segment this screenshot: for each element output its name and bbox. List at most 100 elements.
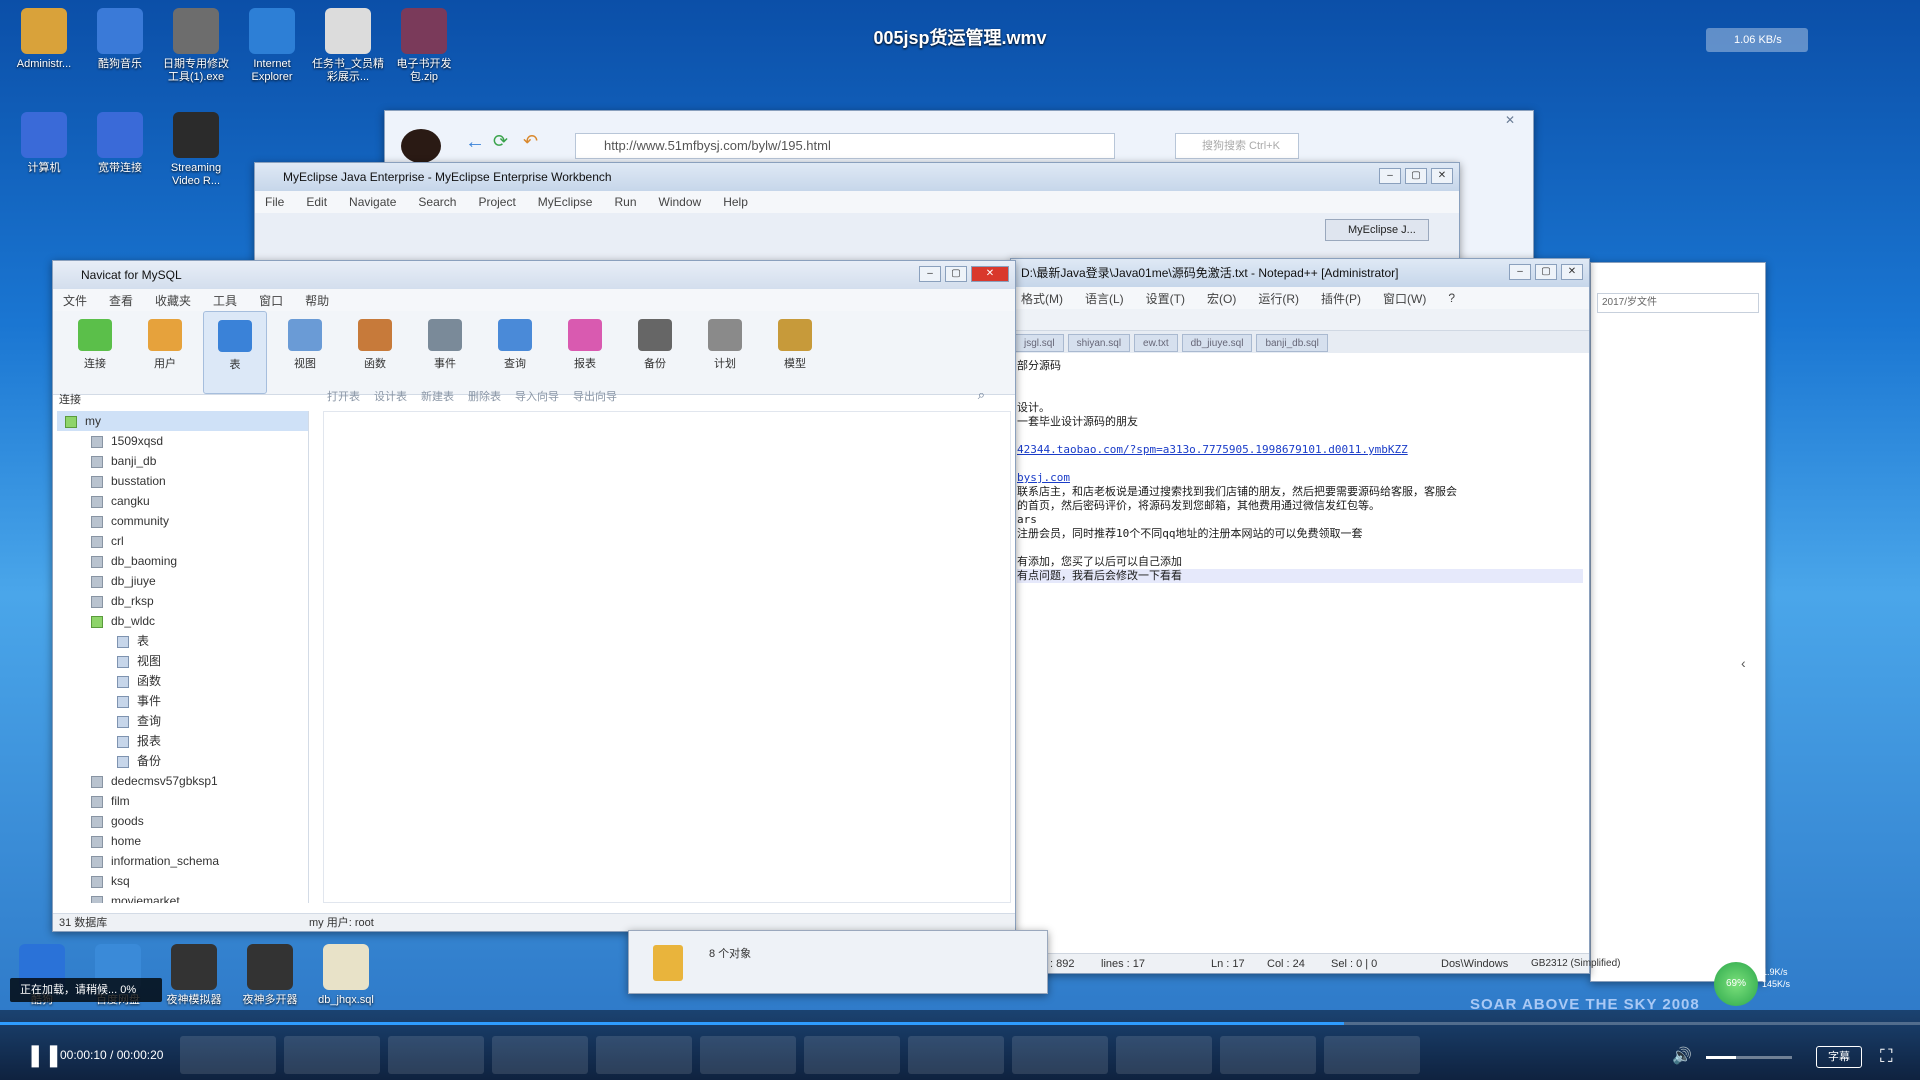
menu-item[interactable]: 窗口	[259, 292, 283, 309]
editor-tab[interactable]: jsgl.sql	[1015, 334, 1064, 352]
tree-node[interactable]: 表	[57, 631, 308, 651]
fullscreen-icon[interactable]: ⛶	[1880, 1046, 1893, 1067]
tree-node[interactable]: db_jiuye	[57, 571, 308, 591]
progress-bar[interactable]	[0, 1022, 1920, 1025]
taskbar-button[interactable]	[1220, 1036, 1316, 1074]
tool-2[interactable]: 用户	[133, 311, 197, 394]
desktop-icon[interactable]: Internet Explorer	[234, 8, 310, 84]
back-icon[interactable]: ←	[465, 131, 485, 154]
editor-tab[interactable]: db_jiuye.sql	[1181, 334, 1253, 352]
tree-node[interactable]: moviemarket	[57, 891, 308, 903]
refresh-icon[interactable]: ⟳	[493, 131, 508, 152]
desktop-icon[interactable]: Administr...	[6, 8, 82, 71]
tree-node[interactable]: 查询	[57, 711, 308, 731]
desktop-icon[interactable]: 日期专用修改工具(1).exe	[158, 8, 234, 84]
pause-button[interactable]: ❚❚	[26, 1042, 63, 1068]
close-button[interactable]: ✕	[1561, 264, 1583, 280]
tool-5[interactable]: 函数	[343, 311, 407, 394]
tool-8[interactable]: 报表	[553, 311, 617, 394]
tree-node[interactable]: information_schema	[57, 851, 308, 871]
taskbar-button[interactable]	[1324, 1036, 1420, 1074]
menu-item[interactable]: Search	[418, 195, 456, 209]
tree-node[interactable]: 报表	[57, 731, 308, 751]
tree-node[interactable]: dedecmsv57gbksp1	[57, 771, 308, 791]
tool-3[interactable]: 表	[203, 311, 267, 394]
menu-item[interactable]: Project	[478, 195, 515, 209]
tree-node[interactable]: crl	[57, 531, 308, 551]
menu-item[interactable]: MyEclipse	[538, 195, 593, 209]
desktop-icon[interactable]: 夜神模拟器	[156, 944, 232, 1007]
taskbar-button[interactable]	[700, 1036, 796, 1074]
desktop-icon[interactable]: 夜神多开器	[232, 944, 308, 1007]
menu-item[interactable]: Window	[659, 195, 702, 209]
tree-node[interactable]: my	[57, 411, 308, 431]
desktop-icon[interactable]: 任务书_文员精彩展示...	[310, 8, 386, 84]
tree-node[interactable]: cangku	[57, 491, 308, 511]
search-input[interactable]: 搜狗搜索 Ctrl+K	[1175, 133, 1299, 159]
menu-item[interactable]: 格式(M)	[1021, 290, 1063, 307]
taskbar-button[interactable]	[804, 1036, 900, 1074]
tree-node[interactable]: banji_db	[57, 451, 308, 471]
tool-11[interactable]: 模型	[763, 311, 827, 394]
object-tool[interactable]: 新建表	[421, 388, 454, 404]
tree-node[interactable]: 1509xqsd	[57, 431, 308, 451]
tree-node[interactable]: community	[57, 511, 308, 531]
menu-item[interactable]: 文件	[63, 292, 87, 309]
tree-node[interactable]: busstation	[57, 471, 308, 491]
menu-item[interactable]: 工具	[213, 292, 237, 309]
menu-item[interactable]: 宏(O)	[1207, 290, 1236, 307]
tree-node[interactable]: film	[57, 791, 308, 811]
maximize-button[interactable]: ▢	[1405, 168, 1427, 184]
tool-6[interactable]: 事件	[413, 311, 477, 394]
object-tool[interactable]: 导出向导	[573, 388, 617, 404]
taskbar-button[interactable]	[908, 1036, 1004, 1074]
tree-node[interactable]: 备份	[57, 751, 308, 771]
menu-item[interactable]: Help	[723, 195, 748, 209]
object-list[interactable]	[323, 411, 1011, 903]
menu-item[interactable]: 窗口(W)	[1383, 290, 1426, 307]
tool-9[interactable]: 备份	[623, 311, 687, 394]
menu-item[interactable]: 运行(R)	[1258, 290, 1299, 307]
desktop-icon[interactable]: 计算机	[6, 112, 82, 175]
desktop-icon[interactable]: 宽带连接	[82, 112, 158, 175]
desktop-icon[interactable]: 电子书开发包.zip	[386, 8, 462, 84]
taskbar-button[interactable]	[284, 1036, 380, 1074]
volume-slider[interactable]	[1706, 1056, 1792, 1059]
menu-item[interactable]: File	[265, 195, 284, 209]
tool-4[interactable]: 视图	[273, 311, 337, 394]
taskbar-button[interactable]	[596, 1036, 692, 1074]
tree-node[interactable]: home	[57, 831, 308, 851]
menu-item[interactable]: Edit	[306, 195, 327, 209]
speed-gauge[interactable]: 69%	[1714, 962, 1758, 1006]
address-bar[interactable]: http://www.51mfbysj.com/bylw/195.html	[575, 133, 1115, 159]
editor-tab[interactable]: banji_db.sql	[1256, 334, 1328, 352]
desktop-icon[interactable]: 酷狗音乐	[82, 8, 158, 71]
desktop-icon[interactable]: Streaming Video R...	[158, 112, 234, 188]
tree-node[interactable]: 函数	[57, 671, 308, 691]
minimize-button[interactable]: –	[919, 266, 941, 282]
subtitle-button[interactable]: 字幕	[1816, 1046, 1862, 1068]
perspective-switcher[interactable]: MyEclipse J...	[1325, 219, 1429, 241]
maximize-button[interactable]: ▢	[1535, 264, 1557, 280]
taskbar-button[interactable]	[492, 1036, 588, 1074]
maximize-button[interactable]: ▢	[945, 266, 967, 282]
taskbar-button[interactable]	[388, 1036, 484, 1074]
volume-icon[interactable]: 🔊	[1672, 1046, 1692, 1066]
editor-tab[interactable]: shiyan.sql	[1067, 334, 1131, 352]
tree-node[interactable]: db_rksp	[57, 591, 308, 611]
tree-node[interactable]: goods	[57, 811, 308, 831]
object-tool[interactable]: 导入向导	[515, 388, 559, 404]
tree-node[interactable]: db_wldc	[57, 611, 308, 631]
object-tool[interactable]: 删除表	[468, 388, 501, 404]
taskbar-button[interactable]	[1116, 1036, 1212, 1074]
menu-item[interactable]: 帮助	[305, 292, 329, 309]
minimize-button[interactable]: –	[1509, 264, 1531, 280]
tree-node[interactable]: 事件	[57, 691, 308, 711]
undo-icon[interactable]: ↶	[523, 131, 538, 152]
taskbar-button[interactable]	[180, 1036, 276, 1074]
menu-item[interactable]: ?	[1448, 291, 1455, 305]
taskbar-button[interactable]	[1012, 1036, 1108, 1074]
tree-node[interactable]: db_baoming	[57, 551, 308, 571]
tool-7[interactable]: 查询	[483, 311, 547, 394]
menu-item[interactable]: Navigate	[349, 195, 396, 209]
